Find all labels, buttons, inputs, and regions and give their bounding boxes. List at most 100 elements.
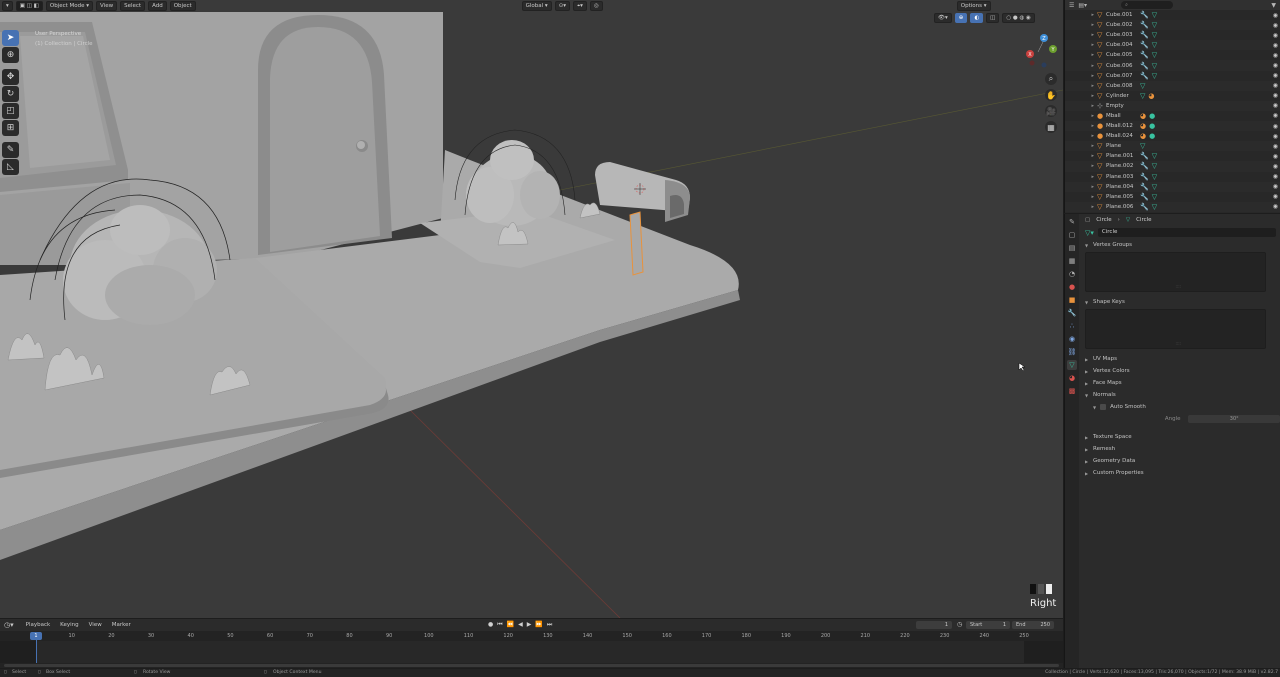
outliner-item-name[interactable]: Cube.007: [1106, 73, 1140, 79]
mesh-data-icon[interactable]: ▽: [1152, 31, 1157, 39]
menu-marker[interactable]: Marker: [112, 622, 131, 628]
mesh-browse-icon[interactable]: ▽▾: [1085, 229, 1094, 237]
material-tab-icon[interactable]: ◕: [1067, 373, 1077, 383]
current-frame-field[interactable]: 1: [916, 621, 952, 629]
expand-arrow-icon[interactable]: ▸: [1085, 174, 1097, 180]
visibility-eye-icon[interactable]: ◉: [1273, 62, 1278, 69]
physics-tab-icon[interactable]: ◉: [1067, 334, 1077, 344]
constraints-tab-icon[interactable]: ⛓: [1067, 347, 1077, 357]
clock-icon[interactable]: ◷▾: [4, 621, 14, 629]
move-tool[interactable]: ✥: [2, 69, 19, 85]
display-mode-icon[interactable]: ▤▾: [1078, 2, 1087, 9]
mesh-data-icon[interactable]: ▽: [1152, 21, 1157, 29]
visibility-eye-icon[interactable]: ◉: [1273, 163, 1278, 170]
vertex-groups-list[interactable]: ::::: [1085, 252, 1266, 292]
menu-select[interactable]: Select: [120, 1, 146, 11]
outliner-row[interactable]: ▸ ▽ Cube.007 🔧 ▽ ◉: [1065, 71, 1280, 81]
3d-viewport[interactable]: ▾ ▣ ◫ ◧ Object Mode ▾ View Select Add Ob…: [0, 0, 1063, 618]
transform-tool[interactable]: ⊞: [2, 120, 19, 136]
outliner-item-name[interactable]: Empty: [1106, 103, 1140, 109]
outliner-item-name[interactable]: Mball: [1106, 113, 1140, 119]
metaball-data-icon[interactable]: ●: [1149, 122, 1155, 130]
panel-remesh[interactable]: ▶ Remesh: [1079, 443, 1280, 455]
expand-arrow-icon[interactable]: ▸: [1085, 52, 1097, 58]
mode-dropdown[interactable]: Object Mode ▾: [45, 1, 94, 11]
panel-face-maps[interactable]: ▶ Face Maps: [1079, 377, 1280, 389]
outliner-search-input[interactable]: ⌕: [1121, 1, 1174, 9]
menu-playback[interactable]: Playback: [26, 622, 51, 628]
visibility-eye-icon[interactable]: ◉: [1273, 173, 1278, 180]
expand-arrow-icon[interactable]: ▸: [1085, 153, 1097, 159]
particles-tab-icon[interactable]: ∴: [1067, 321, 1077, 331]
outliner-row[interactable]: ▸ ▽ Cube.005 🔧 ▽ ◉: [1065, 50, 1280, 60]
menu-add[interactable]: Add: [148, 1, 167, 11]
start-frame-field[interactable]: Start 1: [966, 621, 1010, 629]
menu-object[interactable]: Object: [169, 1, 196, 11]
panel-shape-keys[interactable]: ▼ Shape Keys: [1079, 296, 1280, 308]
mesh-data-icon[interactable]: ▽: [1152, 173, 1157, 181]
play-reverse-icon[interactable]: ◀: [518, 621, 523, 629]
modifier-tab-icon[interactable]: 🔧: [1067, 308, 1077, 318]
material-icon[interactable]: ◕: [1140, 122, 1146, 130]
visibility-eye-icon[interactable]: ◉: [1273, 203, 1278, 210]
editor-type-button[interactable]: ▾: [2, 1, 13, 11]
outliner-row[interactable]: ▸ ▽ Plane ▽ ◉: [1065, 141, 1280, 152]
cursor-tool[interactable]: ⊕: [2, 47, 19, 63]
mesh-name-field[interactable]: Circle: [1097, 228, 1276, 237]
xray-toggle-icon[interactable]: ◫: [986, 13, 1000, 23]
expand-arrow-icon[interactable]: ▸: [1085, 163, 1097, 169]
mesh-data-icon[interactable]: ▽: [1140, 82, 1145, 90]
mesh-data-icon[interactable]: ▽: [1152, 183, 1157, 191]
modifier-icon[interactable]: 🔧: [1140, 72, 1149, 80]
record-icon[interactable]: ●: [488, 621, 493, 629]
visibility-eye-icon[interactable]: ◉: [1273, 133, 1278, 140]
outliner-row[interactable]: ▸ ● Mball.024 ◕ ● ◉: [1065, 131, 1280, 141]
visibility-eye-icon[interactable]: ◉: [1273, 153, 1278, 160]
outliner-item-name[interactable]: Plane.002: [1106, 163, 1140, 169]
expand-arrow-icon[interactable]: ▸: [1085, 143, 1097, 149]
outliner-row[interactable]: ▸ ▽ Plane.005 🔧 ▽ ◉: [1065, 192, 1280, 202]
navigation-gizmo[interactable]: Z Y X: [1018, 30, 1060, 72]
mesh-data-icon[interactable]: ▽: [1152, 41, 1157, 49]
modifier-icon[interactable]: 🔧: [1140, 41, 1149, 49]
prev-key-icon[interactable]: ⏪: [507, 621, 514, 629]
outliner-row[interactable]: ▸ ▽ Cube.001 🔧 ▽ ◉: [1065, 10, 1280, 20]
outliner-row[interactable]: ▸ ▽ Cylinder ▽ ◕ ◉: [1065, 91, 1280, 101]
outliner-row[interactable]: ▸ ● Mball ◕ ● ◉: [1065, 111, 1280, 121]
outliner-row[interactable]: ▸ ▽ Cube.004 🔧 ▽ ◉: [1065, 40, 1280, 51]
measure-tool[interactable]: ◺: [2, 159, 19, 175]
metaball-data-icon[interactable]: ●: [1149, 112, 1155, 120]
outliner-item-name[interactable]: Plane: [1106, 143, 1140, 149]
panel-geometry-data[interactable]: ▶ Geometry Data: [1079, 455, 1280, 467]
mesh-data-tab-icon[interactable]: ▽: [1067, 360, 1077, 370]
rotate-tool[interactable]: ↻: [2, 86, 19, 102]
expand-arrow-icon[interactable]: ▸: [1085, 63, 1097, 69]
scale-tool[interactable]: ◰: [2, 103, 19, 119]
visibility-eye-icon[interactable]: ◉: [1273, 52, 1278, 59]
outliner-row[interactable]: ▸ ⊹ Empty ◉: [1065, 100, 1280, 111]
snap-toggle[interactable]: ⌖▾: [573, 1, 587, 11]
jump-start-icon[interactable]: ⏮: [497, 621, 502, 629]
outliner-item-name[interactable]: Cube.003: [1106, 32, 1140, 38]
panel-custom-properties[interactable]: ▶ Custom Properties: [1079, 467, 1280, 479]
outliner-item-name[interactable]: Cube.004: [1106, 42, 1140, 48]
auto-smooth-checkbox[interactable]: [1100, 404, 1107, 410]
end-frame-field[interactable]: End 250: [1012, 621, 1054, 629]
menu-keying[interactable]: Keying: [60, 622, 78, 628]
camera-view-icon[interactable]: 🎥: [1045, 105, 1057, 117]
outliner-item-name[interactable]: Mball.012: [1106, 123, 1140, 129]
outliner-item-name[interactable]: Cube.001: [1106, 12, 1140, 18]
gizmo-toggle-icon[interactable]: ⊕: [954, 13, 968, 23]
visibility-eye-icon[interactable]: ◉: [1273, 193, 1278, 200]
transform-orientation-dropdown[interactable]: Global ▾: [521, 1, 552, 11]
next-key-icon[interactable]: ⏩: [535, 621, 542, 629]
modifier-icon[interactable]: 🔧: [1140, 21, 1149, 29]
options-dropdown[interactable]: Options ▾: [956, 1, 991, 11]
expand-arrow-icon[interactable]: ▸: [1085, 32, 1097, 38]
texture-tab-icon[interactable]: ▩: [1067, 386, 1077, 396]
zoom-icon[interactable]: ⌕: [1045, 73, 1057, 85]
render-tab-icon[interactable]: ▢: [1067, 230, 1077, 240]
outliner-item-name[interactable]: Plane.001: [1106, 153, 1140, 159]
visibility-eye-icon[interactable]: ◉: [1273, 82, 1278, 89]
view-layer-tab-icon[interactable]: ▦: [1067, 256, 1077, 266]
